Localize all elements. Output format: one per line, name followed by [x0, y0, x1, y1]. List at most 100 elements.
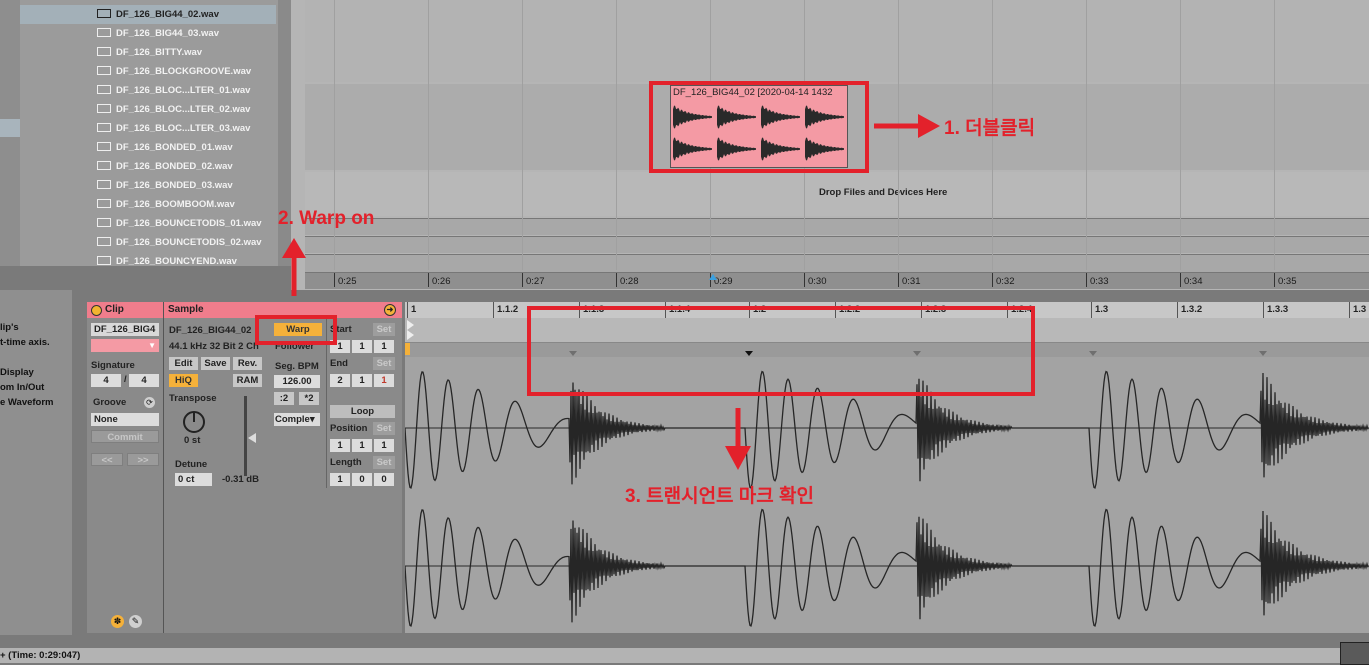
file-list-item[interactable]: DF_126_BLOC...LTER_02.wav [97, 100, 277, 119]
hiq-button[interactable]: HiQ [169, 374, 198, 387]
warp-marker-handle[interactable] [405, 343, 410, 355]
file-name: DF_126_BLOC...LTER_01.wav [116, 85, 251, 96]
half-tempo-button[interactable]: :2 [274, 392, 294, 405]
nudge-forward-button[interactable]: >> [127, 453, 159, 466]
file-list-item[interactable]: DF_126_BOUNCYEND.wav [97, 252, 277, 271]
clip-name-field[interactable]: DF_126_BIG4 [91, 323, 159, 336]
time-tick-label: 0:34 [1180, 273, 1203, 287]
drop-zone[interactable]: Drop Files and Devices Here [305, 172, 1369, 216]
browser-sidebar-selection[interactable] [0, 119, 20, 137]
file-list-item[interactable]: DF_126_BOOMBOOM.wav [97, 195, 277, 214]
reverse-button[interactable]: Rev. [233, 357, 262, 370]
transient-marker-icon[interactable] [1089, 351, 1097, 356]
file-list-item[interactable]: DF_126_BIG44_02.wav [20, 5, 276, 24]
start-beat[interactable]: 1 [352, 340, 372, 353]
status-bar: + (Time: 0:29:047) [0, 642, 1369, 665]
end-sixteenth[interactable]: 1 [374, 374, 394, 387]
time-tick-label: 0:35 [1274, 273, 1297, 287]
audio-file-icon [97, 256, 111, 265]
file-list-item[interactable]: DF_126_BITTY.wav [97, 43, 277, 62]
seg-bpm-field[interactable]: 126.00 [274, 375, 320, 388]
loop-button[interactable]: Loop [330, 405, 395, 418]
file-name: DF_126_BONDED_01.wav [116, 142, 233, 153]
detune-field[interactable]: 0 ct [175, 473, 212, 486]
gain-slider-track[interactable] [244, 396, 247, 476]
start-set-button[interactable]: Set [373, 323, 395, 336]
transient-marker-icon[interactable] [1259, 351, 1267, 356]
time-tick-label: 0:26 [428, 273, 451, 287]
length-beat[interactable]: 0 [352, 473, 372, 486]
file-list-item[interactable]: DF_126_BOUNCETODIS_01.wav [97, 214, 277, 233]
clip-panel-header[interactable]: Clip [87, 302, 163, 318]
loop-marker-icon[interactable] [407, 330, 414, 340]
groove-dropdown[interactable]: None [91, 413, 159, 426]
file-list-item[interactable]: DF_126_BLOCKGROOVE.wav [97, 62, 277, 81]
time-tick-label: 0:27 [522, 273, 545, 287]
time-ruler[interactable]: 0:25 0:26 0:27 0:28 0:29 0:30 0:31 0:32 0:33 0:34… [305, 272, 1369, 289]
beat-label: 1.3.3 [1262, 302, 1289, 318]
gain-slider-handle[interactable] [248, 433, 256, 443]
clip-color-dropdown[interactable]: ▼ [91, 339, 159, 352]
end-bar[interactable]: 2 [330, 374, 350, 387]
length-bar[interactable]: 1 [330, 473, 350, 486]
grid-line [428, 0, 429, 270]
clip-view-icon[interactable]: ✽ [111, 615, 124, 628]
sample-file-info: 44.1 kHz 32 Bit 2 Ch [169, 341, 259, 352]
file-list-item[interactable]: DF_126_BONDED_03.wav [97, 176, 277, 195]
commit-button[interactable]: Commit [91, 430, 159, 443]
beat-label: 1 [406, 302, 417, 318]
signature-numerator[interactable]: 4 [91, 374, 121, 387]
grid-line [522, 0, 523, 270]
signature-denominator[interactable]: 4 [129, 374, 159, 387]
file-list-item[interactable]: DF_126_BOUNCETODIS_02.wav [97, 233, 277, 252]
return-track-b[interactable] [305, 236, 1369, 253]
clip-activator-icon[interactable] [91, 305, 102, 316]
end-set-button[interactable]: Set [373, 357, 395, 370]
file-name: DF_126_BITTY.wav [116, 47, 203, 58]
file-list-item[interactable]: DF_126_BONDED_02.wav [97, 157, 277, 176]
beat-label: 1.3 [1090, 302, 1109, 318]
overview-thumbnail[interactable] [1340, 642, 1369, 665]
file-list-item[interactable]: DF_126_BLOC...LTER_03.wav [97, 119, 277, 138]
edit-button[interactable]: Edit [169, 357, 198, 370]
nudge-back-button[interactable]: << [91, 453, 123, 466]
arrow-up-icon [282, 238, 306, 296]
file-list-item[interactable]: DF_126_BONDED_01.wav [97, 138, 277, 157]
transpose-knob-icon[interactable] [181, 409, 207, 435]
sample-properties-panel: Sample ➜ DF_126_BIG44_02 44.1 kHz 32 Bit… [163, 302, 402, 633]
position-beat[interactable]: 1 [352, 439, 372, 452]
file-browser: DF_126_BIG44_02.wav DF_126_BIG44_03.wav DF… [0, 0, 291, 267]
audio-file-icon [97, 85, 111, 94]
ram-button[interactable]: RAM [233, 374, 262, 387]
double-tempo-button[interactable]: *2 [299, 392, 319, 405]
file-list-item[interactable]: DF_126_BLOC...LTER_01.wav [97, 81, 277, 100]
start-marker-icon[interactable] [407, 320, 414, 330]
signature-separator: / [124, 374, 127, 385]
audio-file-icon [97, 104, 111, 113]
sample-waveform[interactable] [405, 358, 1369, 633]
length-set-button[interactable]: Set [373, 456, 395, 469]
save-button[interactable]: Save [201, 357, 230, 370]
groove-hotswap-icon[interactable]: ⟳ [144, 397, 155, 408]
position-sixteenth[interactable]: 1 [374, 439, 394, 452]
beat-label: 1.3 [1348, 302, 1367, 318]
highlight-clip-box [649, 81, 869, 173]
track-lane-top[interactable] [305, 0, 1369, 82]
sample-file-name: DF_126_BIG44_02 [169, 325, 252, 336]
position-set-button[interactable]: Set [373, 422, 395, 435]
length-sixteenth[interactable]: 0 [374, 473, 394, 486]
annotation-step1: 1. 더블클릭 [944, 118, 1036, 139]
start-sixteenth[interactable]: 1 [374, 340, 394, 353]
playhead-marker[interactable] [709, 274, 717, 280]
sample-hotswap-icon[interactable]: ➜ [384, 304, 396, 316]
end-beat[interactable]: 1 [352, 374, 372, 387]
return-track-a[interactable] [305, 218, 1369, 235]
master-track[interactable] [305, 254, 1369, 272]
file-name: DF_126_BLOC...LTER_03.wav [116, 123, 251, 134]
warp-mode-dropdown[interactable]: Comple▾ [274, 413, 320, 426]
file-name: DF_126_BONDED_02.wav [116, 161, 233, 172]
envelope-view-icon[interactable]: ✎ [129, 615, 142, 628]
file-list-item[interactable]: DF_126_BIG44_03.wav [97, 24, 277, 43]
position-bar[interactable]: 1 [330, 439, 350, 452]
position-label: Position [330, 423, 368, 434]
